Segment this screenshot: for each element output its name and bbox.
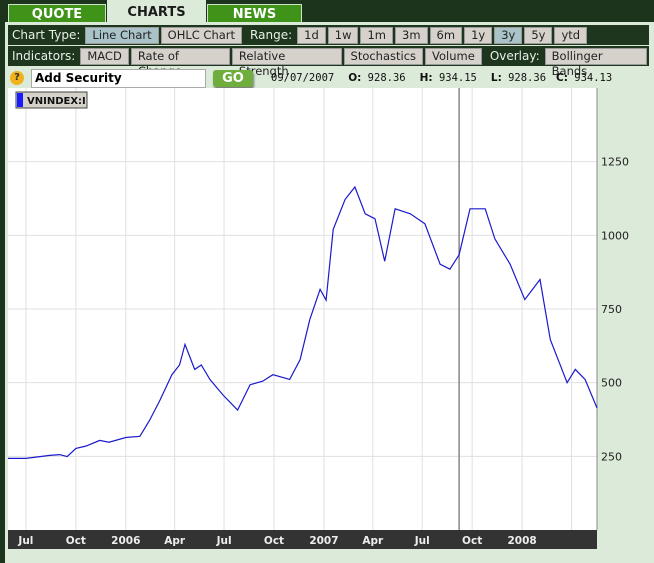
x-tick-label: Oct	[264, 535, 284, 547]
y-tick-label: 500	[601, 377, 622, 390]
y-tick-label: 1000	[601, 229, 629, 242]
y-tick-label: 250	[601, 450, 622, 463]
x-tick-label: Apr	[362, 535, 384, 547]
y-tick-label: 750	[601, 303, 622, 316]
x-tick-label: Jul	[414, 535, 430, 547]
legend-label: VNINDEX:I	[27, 96, 86, 107]
x-tick-label: Oct	[66, 535, 86, 547]
x-tick-label: 2006	[111, 535, 140, 547]
price-chart[interactable]: 250 500 750 1000 1250 Jul Oct 2006 Apr Jul Oct 2007…	[0, 0, 654, 563]
x-tick-label: Jul	[17, 535, 33, 547]
x-tick-label: Apr	[164, 535, 186, 547]
legend-swatch	[17, 93, 23, 107]
y-tick-label: 1250	[601, 156, 629, 169]
x-tick-label: 2007	[309, 535, 338, 547]
x-tick-label: Jul	[216, 535, 232, 547]
x-tick-label: Oct	[462, 535, 482, 547]
x-tick-label: 2008	[507, 535, 536, 547]
